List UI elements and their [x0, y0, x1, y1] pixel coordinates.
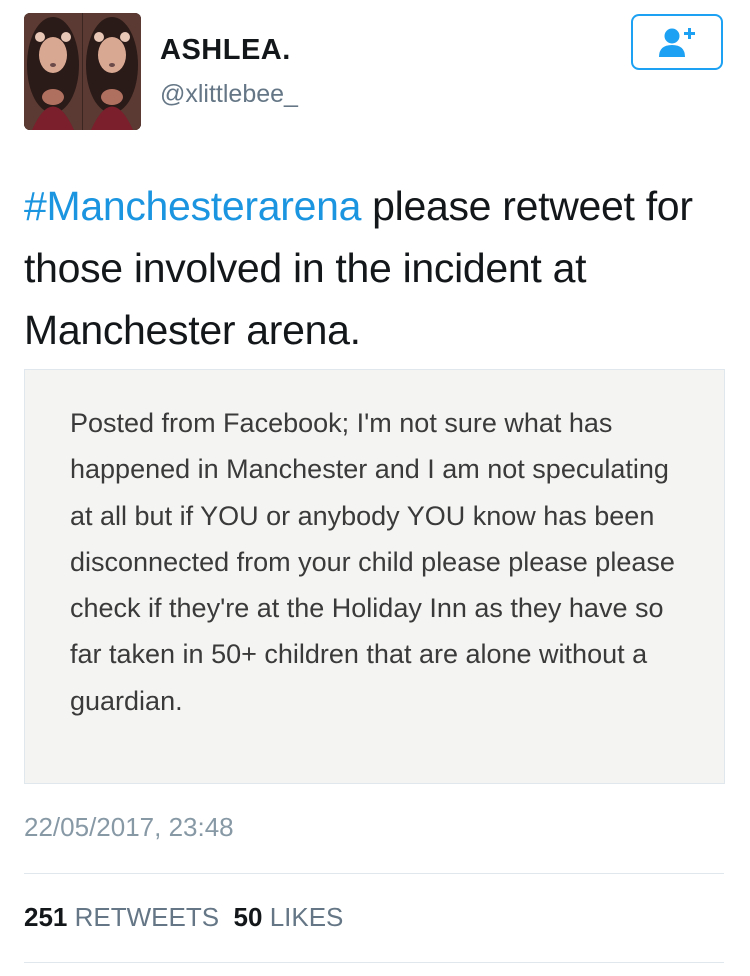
add-user-icon	[659, 28, 695, 57]
follow-button[interactable]	[631, 14, 723, 70]
profile-photo	[24, 13, 141, 130]
likes-label: LIKES	[269, 902, 344, 932]
tweet-stats: 251 RETWEETS 50 LIKES	[24, 902, 343, 933]
attached-image[interactable]: Posted from Facebook; I'm not sure what …	[24, 369, 725, 784]
likes-stat[interactable]: 50 LIKES	[234, 902, 344, 932]
retweets-count: 251	[24, 902, 68, 932]
divider	[24, 962, 724, 963]
avatar[interactable]	[24, 13, 141, 130]
user-handle[interactable]: @xlittlebee_	[160, 80, 298, 109]
likes-count: 50	[233, 902, 263, 932]
image-text: Posted from Facebook; I'm not sure what …	[70, 408, 675, 716]
retweets-label: RETWEETS	[74, 902, 220, 932]
retweets-stat[interactable]: 251 RETWEETS	[24, 902, 219, 932]
display-name[interactable]: ASHLEA.	[160, 34, 291, 67]
hashtag-link[interactable]: #Manchesterarena	[24, 183, 361, 229]
divider	[24, 873, 724, 874]
tweet-timestamp: 22/05/2017, 23:48	[24, 812, 234, 842]
tweet-text: #Manchesterarena please retweet for thos…	[24, 175, 724, 361]
